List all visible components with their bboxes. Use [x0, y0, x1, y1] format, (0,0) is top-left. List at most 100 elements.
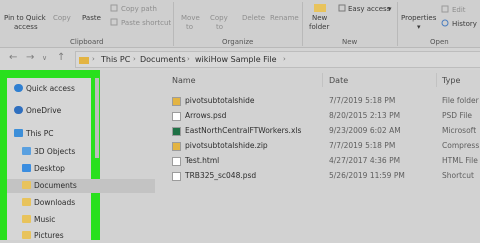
breadcrumb-separator: › — [133, 55, 136, 63]
file-row[interactable]: Test.html 4/27/2017 4:36 PM HTML File — [165, 155, 480, 168]
file-row[interactable]: pivotsubtotalshide 7/7/2019 5:18 PM File f… — [165, 95, 480, 108]
breadcrumb-this-pc[interactable]: This PC — [101, 55, 130, 64]
pin-to-quick-access-button[interactable]: Pin to Quick access — [0, 0, 46, 36]
move-to-label-1: Move — [181, 14, 200, 22]
pictures-folder-icon — [22, 231, 31, 239]
group-label-open: Open — [430, 38, 449, 46]
edit-button[interactable]: Edit — [441, 4, 479, 15]
breadcrumb-separator: › — [92, 55, 95, 63]
file-row[interactable]: Arrows.psd 8/20/2015 2:13 PM PSD File — [165, 110, 480, 123]
nav-item-label: This PC — [26, 129, 54, 138]
move-to-button[interactable]: Move to — [177, 0, 203, 36]
chevron-down-icon: ▾ — [388, 5, 392, 13]
nav-item[interactable]: OneDrive — [14, 104, 61, 118]
ribbon-separator — [397, 2, 398, 46]
address-bar[interactable]: › This PC › Documents › wikiHow Sample F… — [75, 51, 480, 68]
new-folder-button[interactable]: New folder — [306, 0, 334, 36]
file-date: 7/7/2019 5:18 PM — [329, 141, 396, 150]
ribbon-separator — [173, 2, 174, 46]
paste-shortcut-button[interactable]: Paste shortcut — [108, 17, 178, 28]
file-type: HTML File — [442, 156, 478, 165]
up-arrow-icon[interactable]: ↑ — [57, 52, 65, 63]
file-date: 4/27/2017 4:36 PM — [329, 156, 401, 165]
delete-label: Delete — [242, 14, 265, 22]
edit-label: Edit — [452, 6, 466, 14]
file-icon — [172, 112, 181, 121]
column-header-name[interactable]: Name — [172, 76, 196, 85]
nav-item-label: Quick access — [26, 84, 75, 93]
history-button[interactable]: History — [441, 18, 479, 29]
file-row[interactable]: EastNorthCentralFTWorkers.xls 9/23/2009 6… — [165, 125, 480, 138]
nav-item[interactable]: Documents — [22, 179, 77, 193]
file-row[interactable]: TRB325_sc048.psd 5/26/2019 11:59 PM Shortc… — [165, 170, 480, 183]
file-date: 8/20/2015 2:13 PM — [329, 111, 401, 120]
file-type: Shortcut — [442, 171, 474, 180]
file-date: 9/23/2009 6:02 AM — [329, 126, 401, 135]
file-name: pivotsubtotalshide — [185, 96, 255, 105]
breadcrumb-documents[interactable]: Documents — [140, 55, 186, 64]
properties-button[interactable]: Properties ▾ — [400, 0, 438, 36]
new-folder-label-2: folder — [309, 23, 330, 31]
nav-item[interactable]: Pictures — [22, 229, 64, 243]
cube-icon — [22, 147, 31, 155]
forward-arrow-icon[interactable]: → — [26, 52, 34, 63]
pin-label-line1: Pin to Quick — [4, 14, 46, 22]
nav-item[interactable]: This PC — [14, 127, 53, 141]
nav-item-label: OneDrive — [26, 106, 62, 115]
file-type: Compress — [442, 141, 480, 150]
star-icon — [14, 84, 23, 92]
cloud-icon — [14, 106, 23, 114]
new-folder-icon — [314, 4, 326, 12]
nav-item-label: 3D Objects — [34, 147, 76, 156]
easy-access-button[interactable]: Easy access ▾ — [338, 3, 393, 14]
chevron-down-icon: ▾ — [417, 23, 421, 31]
column-header-type[interactable]: Type — [442, 76, 460, 85]
file-type: Microsoft — [442, 126, 477, 135]
rename-button[interactable]: Rename — [268, 0, 299, 36]
copy-to-button[interactable]: Copy to — [207, 0, 233, 36]
download-folder-icon — [22, 198, 31, 206]
delete-button[interactable]: Delete — [240, 0, 268, 36]
group-label-new: New — [342, 38, 358, 46]
html-file-icon — [172, 157, 181, 166]
paste-shortcut-icon — [110, 18, 118, 26]
copy-label: Copy — [53, 14, 71, 22]
properties-label: Properties — [401, 14, 437, 22]
file-name: pivotsubtotalshide.zip — [185, 141, 268, 150]
history-label: History — [452, 20, 477, 28]
paste-label: Paste — [82, 14, 101, 22]
nav-item[interactable]: 3D Objects — [22, 145, 75, 159]
nav-item-label: Desktop — [34, 164, 65, 173]
nav-item[interactable]: Quick access — [14, 82, 75, 96]
paste-shortcut-label: Paste shortcut — [121, 19, 172, 27]
nav-item-label: Downloads — [34, 198, 76, 207]
paste-button[interactable]: Paste — [78, 0, 106, 36]
edit-icon — [441, 5, 449, 13]
nav-pane-scrollbar[interactable] — [95, 78, 99, 158]
file-name: EastNorthCentralFTWorkers.xls — [185, 126, 302, 135]
file-date: 7/7/2019 5:18 PM — [329, 96, 396, 105]
file-row[interactable]: pivotsubtotalshide.zip 7/7/2019 5:18 PM Co… — [165, 140, 480, 153]
nav-item[interactable]: Downloads — [22, 196, 75, 210]
recent-chevron-icon[interactable]: ∨ — [42, 54, 47, 62]
file-name: Arrows.psd — [185, 111, 227, 120]
file-date: 5/26/2019 11:59 PM — [329, 171, 405, 180]
file-type: File folder — [442, 96, 479, 105]
shortcut-icon — [172, 172, 181, 181]
back-arrow-icon[interactable]: ← — [9, 52, 17, 63]
copy-button[interactable]: Copy — [49, 0, 75, 36]
breadcrumb-separator: › — [283, 55, 286, 63]
nav-item[interactable]: Music — [22, 213, 55, 227]
document-folder-icon — [22, 181, 31, 189]
music-folder-icon — [22, 215, 31, 223]
nav-item[interactable]: Desktop — [22, 162, 65, 176]
file-name: TRB325_sc048.psd — [185, 171, 257, 180]
copy-path-button[interactable]: Copy path — [108, 3, 178, 14]
easy-access-label: Easy access — [348, 5, 391, 13]
copy-path-icon — [110, 4, 118, 12]
nav-item-label: Documents — [34, 181, 77, 190]
column-header-date[interactable]: Date — [329, 76, 348, 85]
new-folder-label-1: New — [312, 14, 328, 22]
column-separator — [322, 73, 323, 87]
breadcrumb-wikihow-sample-file[interactable]: wikiHow Sample File — [195, 55, 277, 64]
